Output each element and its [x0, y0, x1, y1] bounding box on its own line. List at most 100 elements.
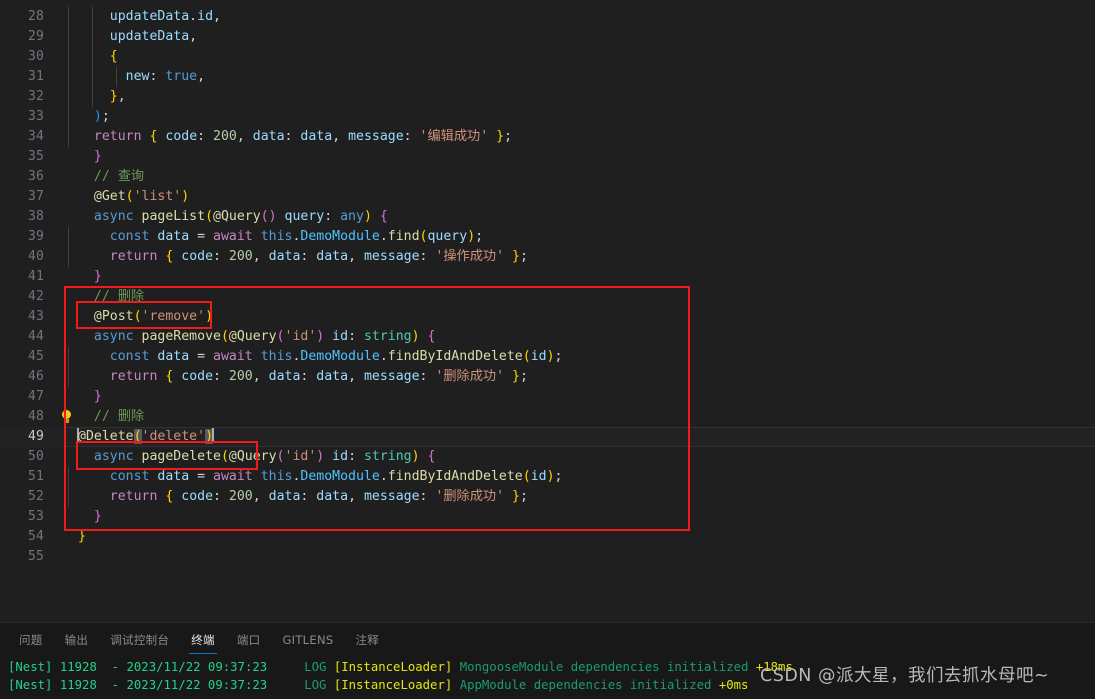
code-row[interactable]: 46 return { code: 200, data: data, messa…: [0, 367, 1095, 387]
code-row[interactable]: 51 const data = await this.DemoModule.fi…: [0, 467, 1095, 487]
code-editor[interactable]: . 28 updateData.id, 29 updateData, 30: [0, 0, 1095, 622]
code-row[interactable]: 34 return { code: 200, data: data, messa…: [0, 127, 1095, 147]
line-number: 37: [27, 189, 44, 204]
code-row[interactable]: 40 return { code: 200, data: data, messa…: [0, 247, 1095, 267]
code-text: @Post('remove'): [93, 309, 214, 324]
tab-problems[interactable]: 问题: [8, 623, 54, 658]
line-number: 51: [27, 469, 44, 484]
vscode-window: . 28 updateData.id, 29 updateData, 30: [0, 0, 1095, 699]
terminal-dash: -: [111, 660, 120, 674]
terminal-level: LOG: [304, 678, 327, 692]
indent-guide: [68, 227, 69, 247]
code-text: return { code: 200, data: data, message:…: [93, 129, 513, 144]
terminal-elapsed: +0ms: [718, 678, 749, 692]
code-text: // 删除: [93, 289, 145, 304]
code-row[interactable]: 55: [0, 547, 1095, 567]
code-row[interactable]: 41 }: [0, 267, 1095, 287]
line-number: 50: [27, 449, 44, 464]
code-text: );: [93, 109, 110, 124]
tab-output[interactable]: 输出: [54, 623, 100, 658]
indent-guide: [68, 47, 69, 67]
code-row[interactable]: 35 }: [0, 147, 1095, 167]
code-row[interactable]: 50 async pageDelete(@Query('id') id: str…: [0, 447, 1095, 467]
line-number: 30: [27, 49, 44, 64]
terminal-context: [InstanceLoader]: [333, 660, 453, 674]
line-number: 29: [27, 29, 44, 44]
code-row[interactable]: 28 updateData.id,: [0, 7, 1095, 27]
code-row[interactable]: 37 @Get('list'): [0, 187, 1095, 207]
code-text: updateData.id,: [109, 9, 221, 24]
line-number: 36: [27, 169, 44, 184]
code-row[interactable]: 47 }: [0, 387, 1095, 407]
lightbulb-icon[interactable]: [60, 410, 73, 424]
code-row[interactable]: 29 updateData,: [0, 27, 1095, 47]
code-text: return { code: 200, data: data, message:…: [109, 369, 528, 384]
line-number: 54: [27, 529, 44, 544]
code-text: }: [93, 389, 102, 404]
code-row[interactable]: 53 }: [0, 507, 1095, 527]
code-row[interactable]: 38 async pageList(@Query() query: any) {: [0, 207, 1095, 227]
terminal-pid: 11928: [59, 678, 97, 692]
lightbulb-glass: [62, 410, 71, 419]
line-number: 41: [27, 269, 44, 284]
terminal-line: [Nest] 11928 - 2023/11/22 09:37:23 LOG […: [0, 658, 1095, 676]
indent-guide: [68, 367, 69, 387]
code-text: }: [93, 269, 102, 284]
indent-guide: [68, 7, 69, 27]
line-number: 42: [27, 289, 44, 304]
tab-gitlens[interactable]: GITLENS: [271, 623, 344, 658]
terminal-context: [InstanceLoader]: [333, 678, 453, 692]
indent-guide: [68, 127, 69, 147]
code-text: const data = await this.DemoModule.findB…: [109, 469, 563, 484]
tab-comments[interactable]: 注释: [344, 623, 390, 658]
line-number: 35: [27, 149, 44, 164]
bottom-panel: 问题 输出 调试控制台 终端 端口 GITLENS 注释 [Nest] 1192…: [0, 622, 1095, 699]
tab-terminal[interactable]: 终端: [180, 623, 226, 658]
panel-tab-bar: 问题 输出 调试控制台 终端 端口 GITLENS 注释: [0, 623, 390, 658]
line-number: 52: [27, 489, 44, 504]
code-text: }: [93, 149, 102, 164]
code-row[interactable]: 36 // 查询: [0, 167, 1095, 187]
code-row-partial: .: [0, 0, 1095, 7]
code-row[interactable]: 42 // 删除: [0, 287, 1095, 307]
line-number: 49: [27, 429, 44, 444]
code-text: },: [109, 89, 126, 104]
code-text: // 查询: [93, 169, 145, 184]
tab-ports[interactable]: 端口: [226, 623, 272, 658]
code-row[interactable]: 44 async pageRemove(@Query('id') id: str…: [0, 327, 1095, 347]
code-text: async pageList(@Query() query: any) {: [93, 209, 388, 224]
line-number: 45: [27, 349, 44, 364]
code-row[interactable]: 30 {: [0, 47, 1095, 67]
code-row[interactable]: 33 );: [0, 107, 1095, 127]
code-row[interactable]: 32 },: [0, 87, 1095, 107]
terminal-line: [Nest] 11928 - 2023/11/22 09:37:23 LOG […: [0, 676, 1095, 694]
code-row[interactable]: 31 new: true,: [0, 67, 1095, 87]
indent-guide: [68, 467, 69, 487]
code-row[interactable]: 54 }: [0, 527, 1095, 547]
terminal-prefix: [Nest]: [8, 678, 53, 692]
terminal-level: LOG: [304, 660, 327, 674]
code-row[interactable]: 45 const data = await this.DemoModule.fi…: [0, 347, 1095, 367]
code-text: updateData,: [109, 29, 198, 44]
code-row[interactable]: 39 const data = await this.DemoModule.fi…: [0, 227, 1095, 247]
code-text: async pageDelete(@Query('id') id: string…: [93, 449, 436, 464]
indent-guide: [68, 347, 69, 367]
code-row[interactable]: 52 return { code: 200, data: data, messa…: [0, 487, 1095, 507]
terminal-elapsed: +18ms: [755, 660, 793, 674]
tab-debug-console[interactable]: 调试控制台: [99, 623, 180, 658]
line-number: 43: [27, 309, 44, 324]
code-text: }: [78, 529, 86, 544]
terminal-timestamp: 2023/11/22 09:37:23: [126, 678, 268, 692]
code-text: @Get('list'): [93, 189, 190, 204]
line-number: 38: [27, 209, 44, 224]
code-text: new: true,: [125, 69, 206, 84]
terminal-output[interactable]: [Nest] 11928 - 2023/11/22 09:37:23 LOG […: [0, 658, 1095, 699]
indent-guide: [68, 67, 69, 87]
line-number: 55: [27, 549, 44, 564]
code-text: // 删除: [93, 409, 145, 424]
terminal-prefix: [Nest]: [8, 660, 53, 674]
line-number: 53: [27, 509, 44, 524]
code-row[interactable]: 48 // 删除: [0, 407, 1095, 427]
code-row-active[interactable]: 49 @Delete('delete'): [0, 427, 1095, 447]
code-row[interactable]: 43 @Post('remove'): [0, 307, 1095, 327]
